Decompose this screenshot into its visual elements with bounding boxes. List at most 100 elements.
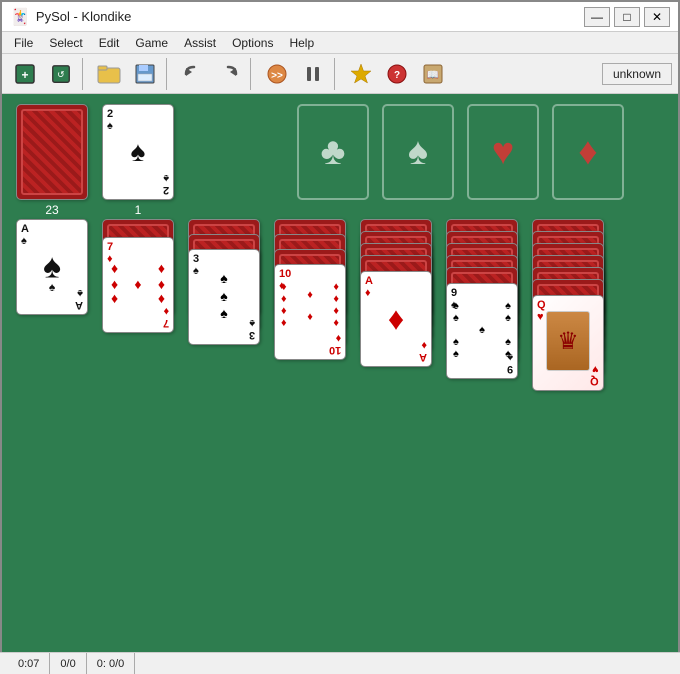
tc1-pip5: ♦ — [111, 290, 118, 306]
help-icon: 📖 — [421, 62, 445, 86]
tc6-rank-br: Q♥ — [590, 363, 599, 387]
menu-assist[interactable]: Assist — [176, 34, 224, 52]
redo-button[interactable] — [212, 58, 246, 90]
tc5-p3: ♠ — [453, 312, 459, 324]
tc6-face-art: ♛ — [546, 311, 590, 371]
tc5-p5: ♠ — [479, 324, 485, 336]
tableau-col-4[interactable]: A♦ ♦ A♦ — [360, 219, 432, 315]
waste-rank-br: 2♠ — [163, 172, 169, 196]
tableau-col-3[interactable]: 10♦ ♦ ♦ ♦ ♦ ♦ ♦ ♦ ♦ ♦ ♦ 10♦ — [274, 219, 346, 315]
tc4-rank-br: A♦ — [419, 339, 427, 363]
open-icon — [97, 63, 121, 85]
tc5-p4: ♠ — [505, 312, 511, 324]
tc1-pip2: ♦ — [158, 260, 165, 276]
status-time: 0:07 — [8, 653, 50, 674]
undo-button[interactable] — [176, 58, 210, 90]
status-moves: 0: 0/0 — [87, 653, 136, 674]
help-button[interactable]: 📖 — [416, 58, 450, 90]
foundation-hearts[interactable]: ♥ — [467, 104, 539, 200]
tc3-rank-br: 10♦ — [329, 332, 341, 356]
unknown-badge: unknown — [602, 63, 672, 85]
tableau-col-2[interactable]: 3♠ ♠ ♠ ♠ 3♠ — [188, 219, 260, 315]
tableau-col-6[interactable]: Q♥ ♛ Q♥ — [532, 219, 604, 315]
app-icon: 🃏 — [10, 7, 30, 27]
tc2-pip1: ♠ — [220, 270, 227, 286]
tc5-rank-br: 9♠ — [507, 351, 513, 375]
toolbar-separator-2 — [166, 58, 172, 90]
new-game-icon: + — [13, 62, 37, 86]
tc1-pip1: ♦ — [111, 260, 118, 276]
foundation-spades[interactable]: ♠ — [382, 104, 454, 200]
tc3-p4: ♦ — [333, 293, 339, 305]
tableau-col-1[interactable]: 7♦ ♦ ♦ ♦ ♦ ♦ ♦ ♦ 7♦ — [102, 219, 174, 315]
tc0-pip-mid: ♠ — [49, 280, 55, 294]
waste-count: 1 — [102, 203, 174, 217]
tc5-p6: ♠ — [453, 336, 459, 348]
minimize-button[interactable]: — — [584, 7, 610, 27]
tc3-p8: ♦ — [333, 317, 339, 329]
options-button[interactable]: ? — [380, 58, 414, 90]
tc3-p1: ♦ — [281, 281, 287, 293]
menu-game[interactable]: Game — [127, 34, 176, 52]
tableau-card-4-top[interactable]: A♦ ♦ A♦ — [360, 271, 432, 367]
stats-button[interactable] — [344, 58, 378, 90]
foundation-clubs[interactable]: ♣ — [297, 104, 369, 200]
save-button[interactable] — [128, 58, 162, 90]
menu-edit[interactable]: Edit — [91, 34, 128, 52]
menu-options[interactable]: Options — [224, 34, 281, 52]
menu-file[interactable]: File — [6, 34, 41, 52]
foundation-diamonds[interactable]: ♦ — [552, 104, 624, 200]
menu-select[interactable]: Select — [41, 34, 90, 52]
waste-pile[interactable]: 2♠ ♠ 2♠ 1 — [102, 104, 174, 217]
tc1-pip6: ♦ — [158, 290, 165, 306]
restart-icon: ↺ — [50, 63, 72, 85]
tc2-pip2: ♠ — [220, 288, 227, 304]
tc5-p8: ♠ — [453, 348, 459, 360]
svg-text:+: + — [21, 68, 28, 82]
toolbar-separator-3 — [250, 58, 256, 90]
tc0-rank-tl: A♠ — [21, 223, 29, 247]
stock-card[interactable] — [16, 104, 88, 200]
clubs-icon: ♣ — [321, 131, 346, 174]
tableau-card-1-top[interactable]: 7♦ ♦ ♦ ♦ ♦ ♦ ♦ ♦ 7♦ — [102, 237, 174, 333]
svg-text:↺: ↺ — [57, 69, 65, 79]
tableau-card-6-top[interactable]: Q♥ ♛ Q♥ — [532, 295, 604, 391]
close-button[interactable]: ✕ — [644, 7, 670, 27]
maximize-button[interactable]: □ — [614, 7, 640, 27]
undo-icon — [182, 63, 204, 85]
tc5-p2: ♠ — [505, 300, 511, 312]
menu-help[interactable]: Help — [281, 34, 322, 52]
new-game-button[interactable]: + — [8, 58, 42, 90]
toolbar: + ↺ — [2, 54, 678, 94]
tc4-rank-tl: A♦ — [365, 275, 373, 299]
tableau-card-5-top[interactable]: 9♠ ♠ ♠ ♠ ♠ ♠ ♠ ♠ ♠ ♠ 9♠ — [446, 283, 518, 379]
svg-text:📖: 📖 — [427, 70, 439, 81]
pause-icon — [302, 63, 324, 85]
pause-button[interactable] — [296, 58, 330, 90]
tc3-p9: ♦ — [307, 289, 313, 301]
title-bar-title: PySol - Klondike — [36, 9, 131, 24]
toolbar-separator-1 — [82, 58, 88, 90]
tableau-col-0[interactable]: A♠ ♠ ♠ A♠ — [16, 219, 88, 315]
tc3-p10: ♦ — [307, 311, 313, 323]
tableau-col-5[interactable]: 9♠ ♠ ♠ ♠ ♠ ♠ ♠ ♠ ♠ ♠ 9♠ — [446, 219, 518, 315]
stock-pile[interactable]: 23 — [16, 104, 88, 217]
tc1-rank-br: 7♦ — [163, 305, 169, 329]
game-area[interactable]: 23 2♠ ♠ 2♠ 1 ♣ ♠ ♥ ♦ A♠ ♠ ♠ A♠ — [2, 94, 678, 654]
tc3-p5: ♦ — [281, 305, 287, 317]
tableau-card-2-top[interactable]: 3♠ ♠ ♠ ♠ 3♠ — [188, 249, 260, 345]
restart-button[interactable]: ↺ — [44, 58, 78, 90]
waste-card[interactable]: 2♠ ♠ 2♠ — [102, 104, 174, 200]
tableau-card-3-top[interactable]: 10♦ ♦ ♦ ♦ ♦ ♦ ♦ ♦ ♦ ♦ ♦ 10♦ — [274, 264, 346, 360]
autoplay-button[interactable]: >> — [260, 58, 294, 90]
tc3-p3: ♦ — [281, 293, 287, 305]
tc3-p7: ♦ — [281, 317, 287, 329]
svg-text:?: ? — [394, 70, 400, 81]
options-icon: ? — [385, 62, 409, 86]
tc1-pip7: ♦ — [134, 276, 141, 292]
card-back-pattern — [21, 109, 83, 195]
tableau-card-0-0[interactable]: A♠ ♠ ♠ A♠ — [16, 219, 88, 315]
tc3-p6: ♦ — [333, 305, 339, 317]
diamonds-icon: ♦ — [578, 131, 597, 174]
open-button[interactable] — [92, 58, 126, 90]
